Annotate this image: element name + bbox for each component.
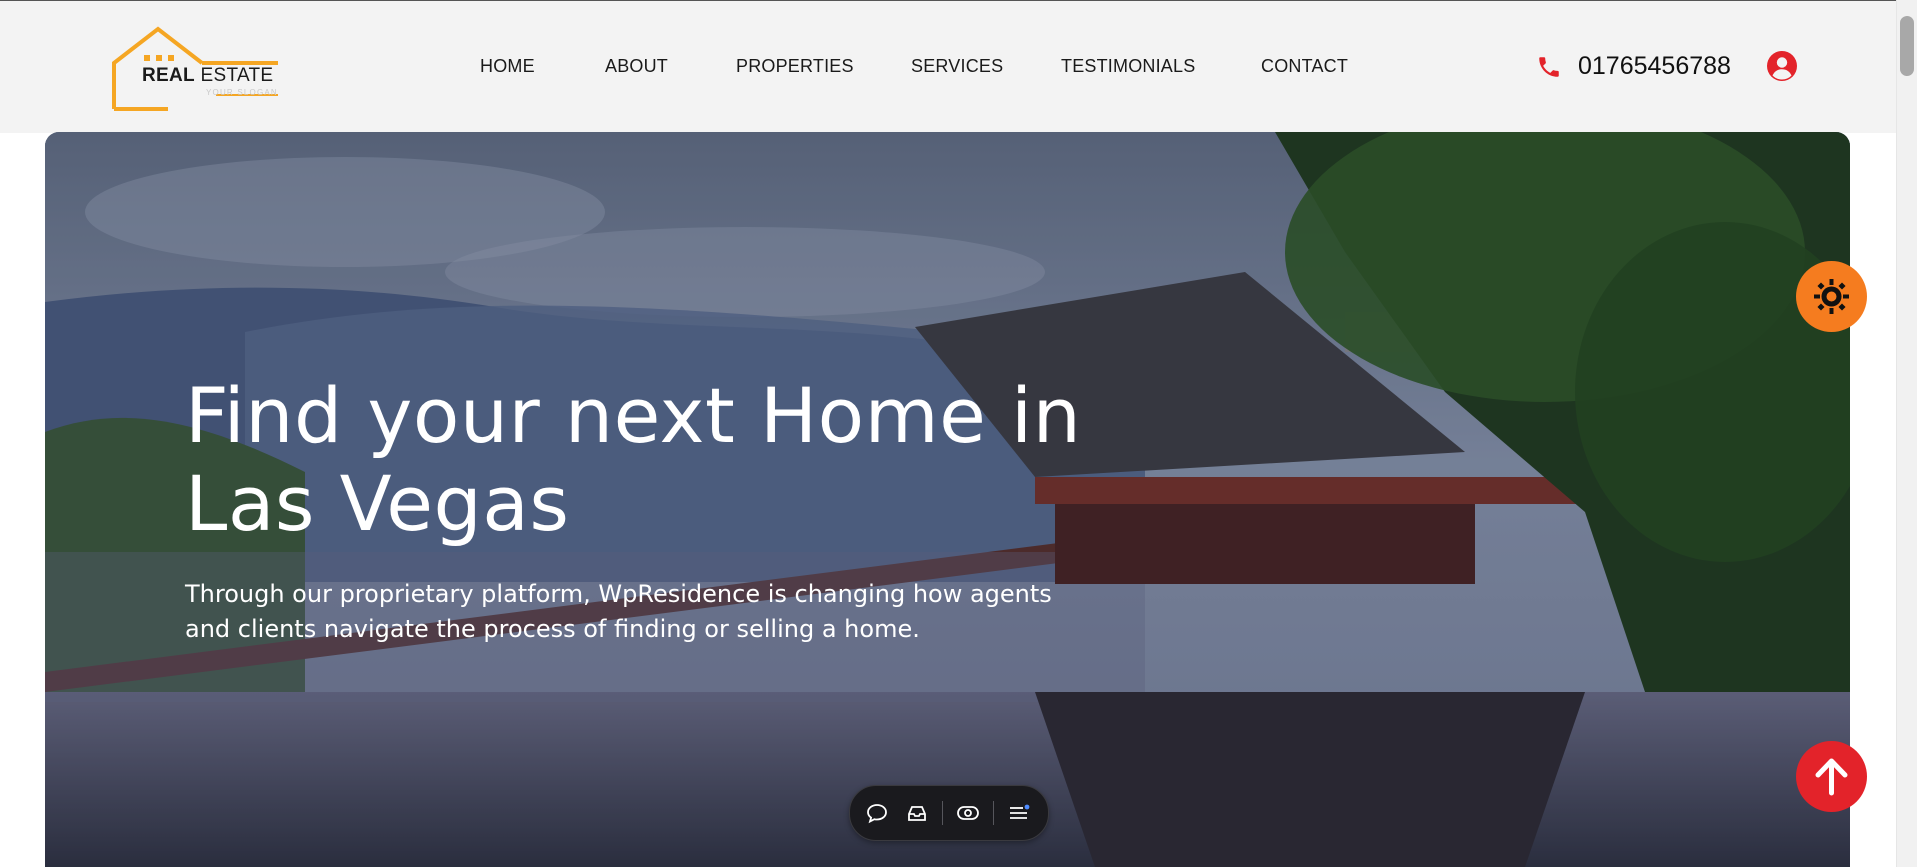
comment-icon[interactable] bbox=[864, 800, 890, 826]
theme-toggle-button[interactable] bbox=[1796, 261, 1867, 332]
arrow-up-icon bbox=[1815, 758, 1848, 796]
nav-home[interactable]: HOME bbox=[480, 56, 535, 77]
page-scrollbar[interactable] bbox=[1896, 0, 1917, 867]
hero-subtitle: Through our proprietary platform, WpResi… bbox=[185, 580, 1052, 643]
nav-testimonials[interactable]: TESTIMONIALS bbox=[1061, 56, 1195, 77]
nav-about[interactable]: ABOUT bbox=[605, 56, 668, 77]
hero-section: Find your next Home in Las Vegas Through… bbox=[45, 132, 1850, 867]
logo[interactable]: REAL ESTATE YOUR SLOGAN bbox=[108, 25, 278, 111]
scrollbar-thumb[interactable] bbox=[1900, 16, 1914, 76]
logo-slogan: YOUR SLOGAN bbox=[206, 88, 278, 97]
floating-toolbar bbox=[849, 785, 1049, 841]
user-circle-icon[interactable] bbox=[1766, 50, 1798, 87]
eye-icon[interactable] bbox=[955, 800, 981, 826]
phone-number: 01765456788 bbox=[1578, 52, 1731, 80]
nav-services[interactable]: SERVICES bbox=[911, 56, 1003, 77]
scroll-to-top-button[interactable] bbox=[1796, 741, 1867, 812]
hero-title: Find your next Home in Las Vegas bbox=[185, 371, 1082, 548]
phone-icon bbox=[1539, 57, 1559, 77]
toolbar-divider bbox=[942, 801, 943, 825]
inbox-icon[interactable] bbox=[904, 800, 930, 826]
list-icon[interactable] bbox=[1006, 800, 1032, 826]
toolbar-divider bbox=[993, 801, 994, 825]
nav-properties[interactable]: PROPERTIES bbox=[736, 56, 854, 77]
site-header: REAL ESTATE YOUR SLOGAN HOME ABOUT PROPE… bbox=[0, 0, 1896, 133]
sun-icon bbox=[1814, 279, 1849, 314]
nav-contact[interactable]: CONTACT bbox=[1261, 56, 1348, 77]
logo-title: REAL ESTATE bbox=[142, 65, 274, 86]
